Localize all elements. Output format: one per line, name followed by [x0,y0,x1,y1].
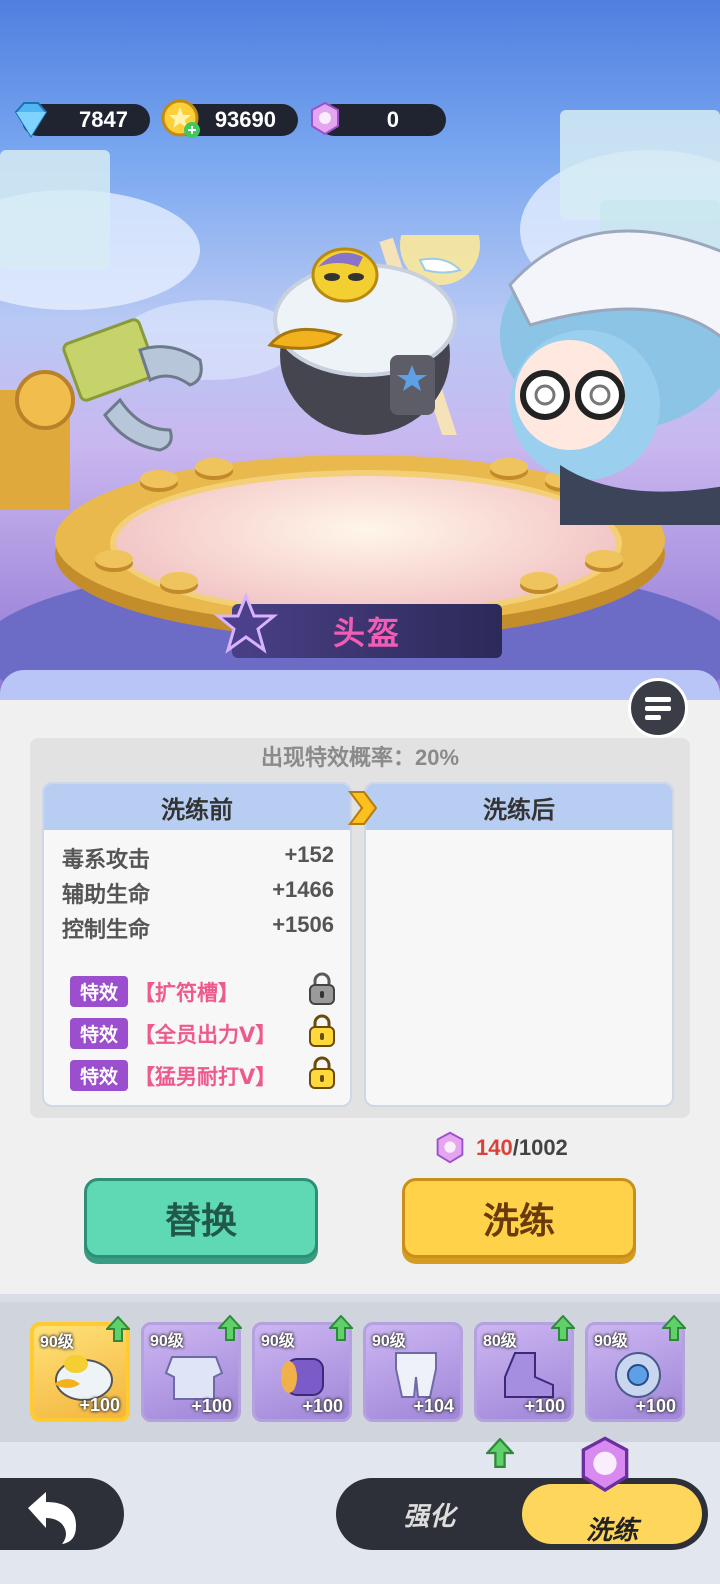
after-header: 洗练后 [366,784,672,830]
slot-level: 90级 [40,1334,74,1351]
effect-row: 特效 【扩符槽】 [70,976,239,1007]
lock-icon-gold[interactable] [308,1056,336,1090]
stat-value: +152 [284,842,334,867]
effect-name: 【扩符槽】 [134,981,240,1005]
stat-row: 辅助生命 +1466 [62,877,334,909]
equipment-slot-boots[interactable]: 80级 +100 [474,1315,575,1422]
boots-icon [504,1352,554,1398]
arrow-up-icon [551,1315,575,1341]
refine-stone-icon [436,1131,464,1164]
slot-level: 80级 [483,1333,517,1350]
back-arrow-icon [28,1492,76,1544]
lock-icon-gold[interactable] [308,1014,336,1048]
diamond-amount: 7847 [79,107,128,132]
refine-stone-icon [311,101,339,136]
stat-name: 辅助生命 [62,882,151,907]
after-card: 洗练后 [364,782,674,1107]
effect-name: 【全员出力Ⅴ】 [134,1023,277,1047]
bracer-icon [281,1358,324,1396]
stat-row: 毒系攻击 +152 [62,842,334,874]
cost-total: 1002 [518,1135,568,1160]
effect-badge: 特效 [70,1018,129,1049]
refine-button[interactable]: 洗练 [402,1178,636,1258]
pants-icon [395,1352,437,1398]
list-icon [645,697,671,720]
robot-arm-icon [0,318,203,510]
equipment-slot-accessory[interactable]: 90级 +100 [585,1315,686,1422]
gold-coin-add-icon[interactable] [160,98,202,140]
slot-bonus: +100 [302,1396,343,1416]
replace-button[interactable]: 替换 [84,1178,318,1258]
equipment-slot-pants[interactable]: 90级 +104 [363,1322,463,1422]
equipment-slot-bracer[interactable]: 90级 +100 [252,1315,353,1422]
slot-bonus: +104 [413,1396,454,1416]
before-card: 洗练前 [42,782,352,1107]
slot-level: 90级 [150,1333,184,1350]
gold-amount: 93690 [214,107,276,132]
stat-name: 毒系攻击 [62,847,151,872]
refine-cost: 140 / 1002 [430,1128,568,1168]
menu-button[interactable] [628,678,688,738]
arrow-up-icon [106,1316,130,1342]
refine-stone-icon [581,1436,629,1492]
effect-row: 特效 【全员出力Ⅴ】 [70,1018,276,1049]
equipment-slot-helmet[interactable]: 90级 +100 [30,1316,130,1422]
accessory-icon [615,1352,661,1398]
stat-value: +1466 [272,877,334,902]
equipment-title: 头盔 [332,615,401,651]
slot-level: 90级 [594,1333,628,1350]
equipment-slot-armor[interactable]: 90级 +100 [141,1315,242,1422]
before-header: 洗练前 [44,784,350,830]
chevron-right-icon [348,791,378,825]
armor-icon [164,1356,224,1400]
effect-probability: 出现特效概率：20% [260,745,460,770]
refine-stone-amount: 0 [386,107,399,132]
effect-name: 【猛男耐打Ⅴ】 [134,1065,277,1089]
effect-badge: 特效 [70,976,129,1007]
back-button[interactable] [0,1478,124,1550]
slot-bonus: +100 [191,1396,232,1416]
slot-bonus: +100 [635,1396,676,1416]
tab-enhance[interactable]: 强化 [336,1478,522,1550]
arrow-up-icon [329,1315,353,1341]
effect-badge: 特效 [70,1060,129,1091]
character-girl-icon [500,229,720,525]
arrow-up-icon [218,1315,242,1341]
diamond-icon [14,102,48,138]
slot-level: 90级 [261,1333,295,1350]
stat-row: 控制生命 +1506 [62,912,334,944]
slot-bonus: +100 [524,1396,565,1416]
slot-level: 90级 [372,1333,406,1350]
cost-current: 140 [476,1135,513,1160]
effect-row: 特效 【猛男耐打Ⅴ】 [70,1060,276,1091]
helmet-icon [267,235,480,435]
tab-refine-label: 洗练 [585,1514,638,1545]
lock-icon-gray[interactable] [308,972,336,1006]
stat-value: +1506 [272,912,334,937]
slot-bonus: +100 [79,1395,120,1415]
arrow-up-icon [662,1315,686,1341]
arrow-up-icon [486,1438,514,1468]
stat-name: 控制生命 [62,917,151,942]
